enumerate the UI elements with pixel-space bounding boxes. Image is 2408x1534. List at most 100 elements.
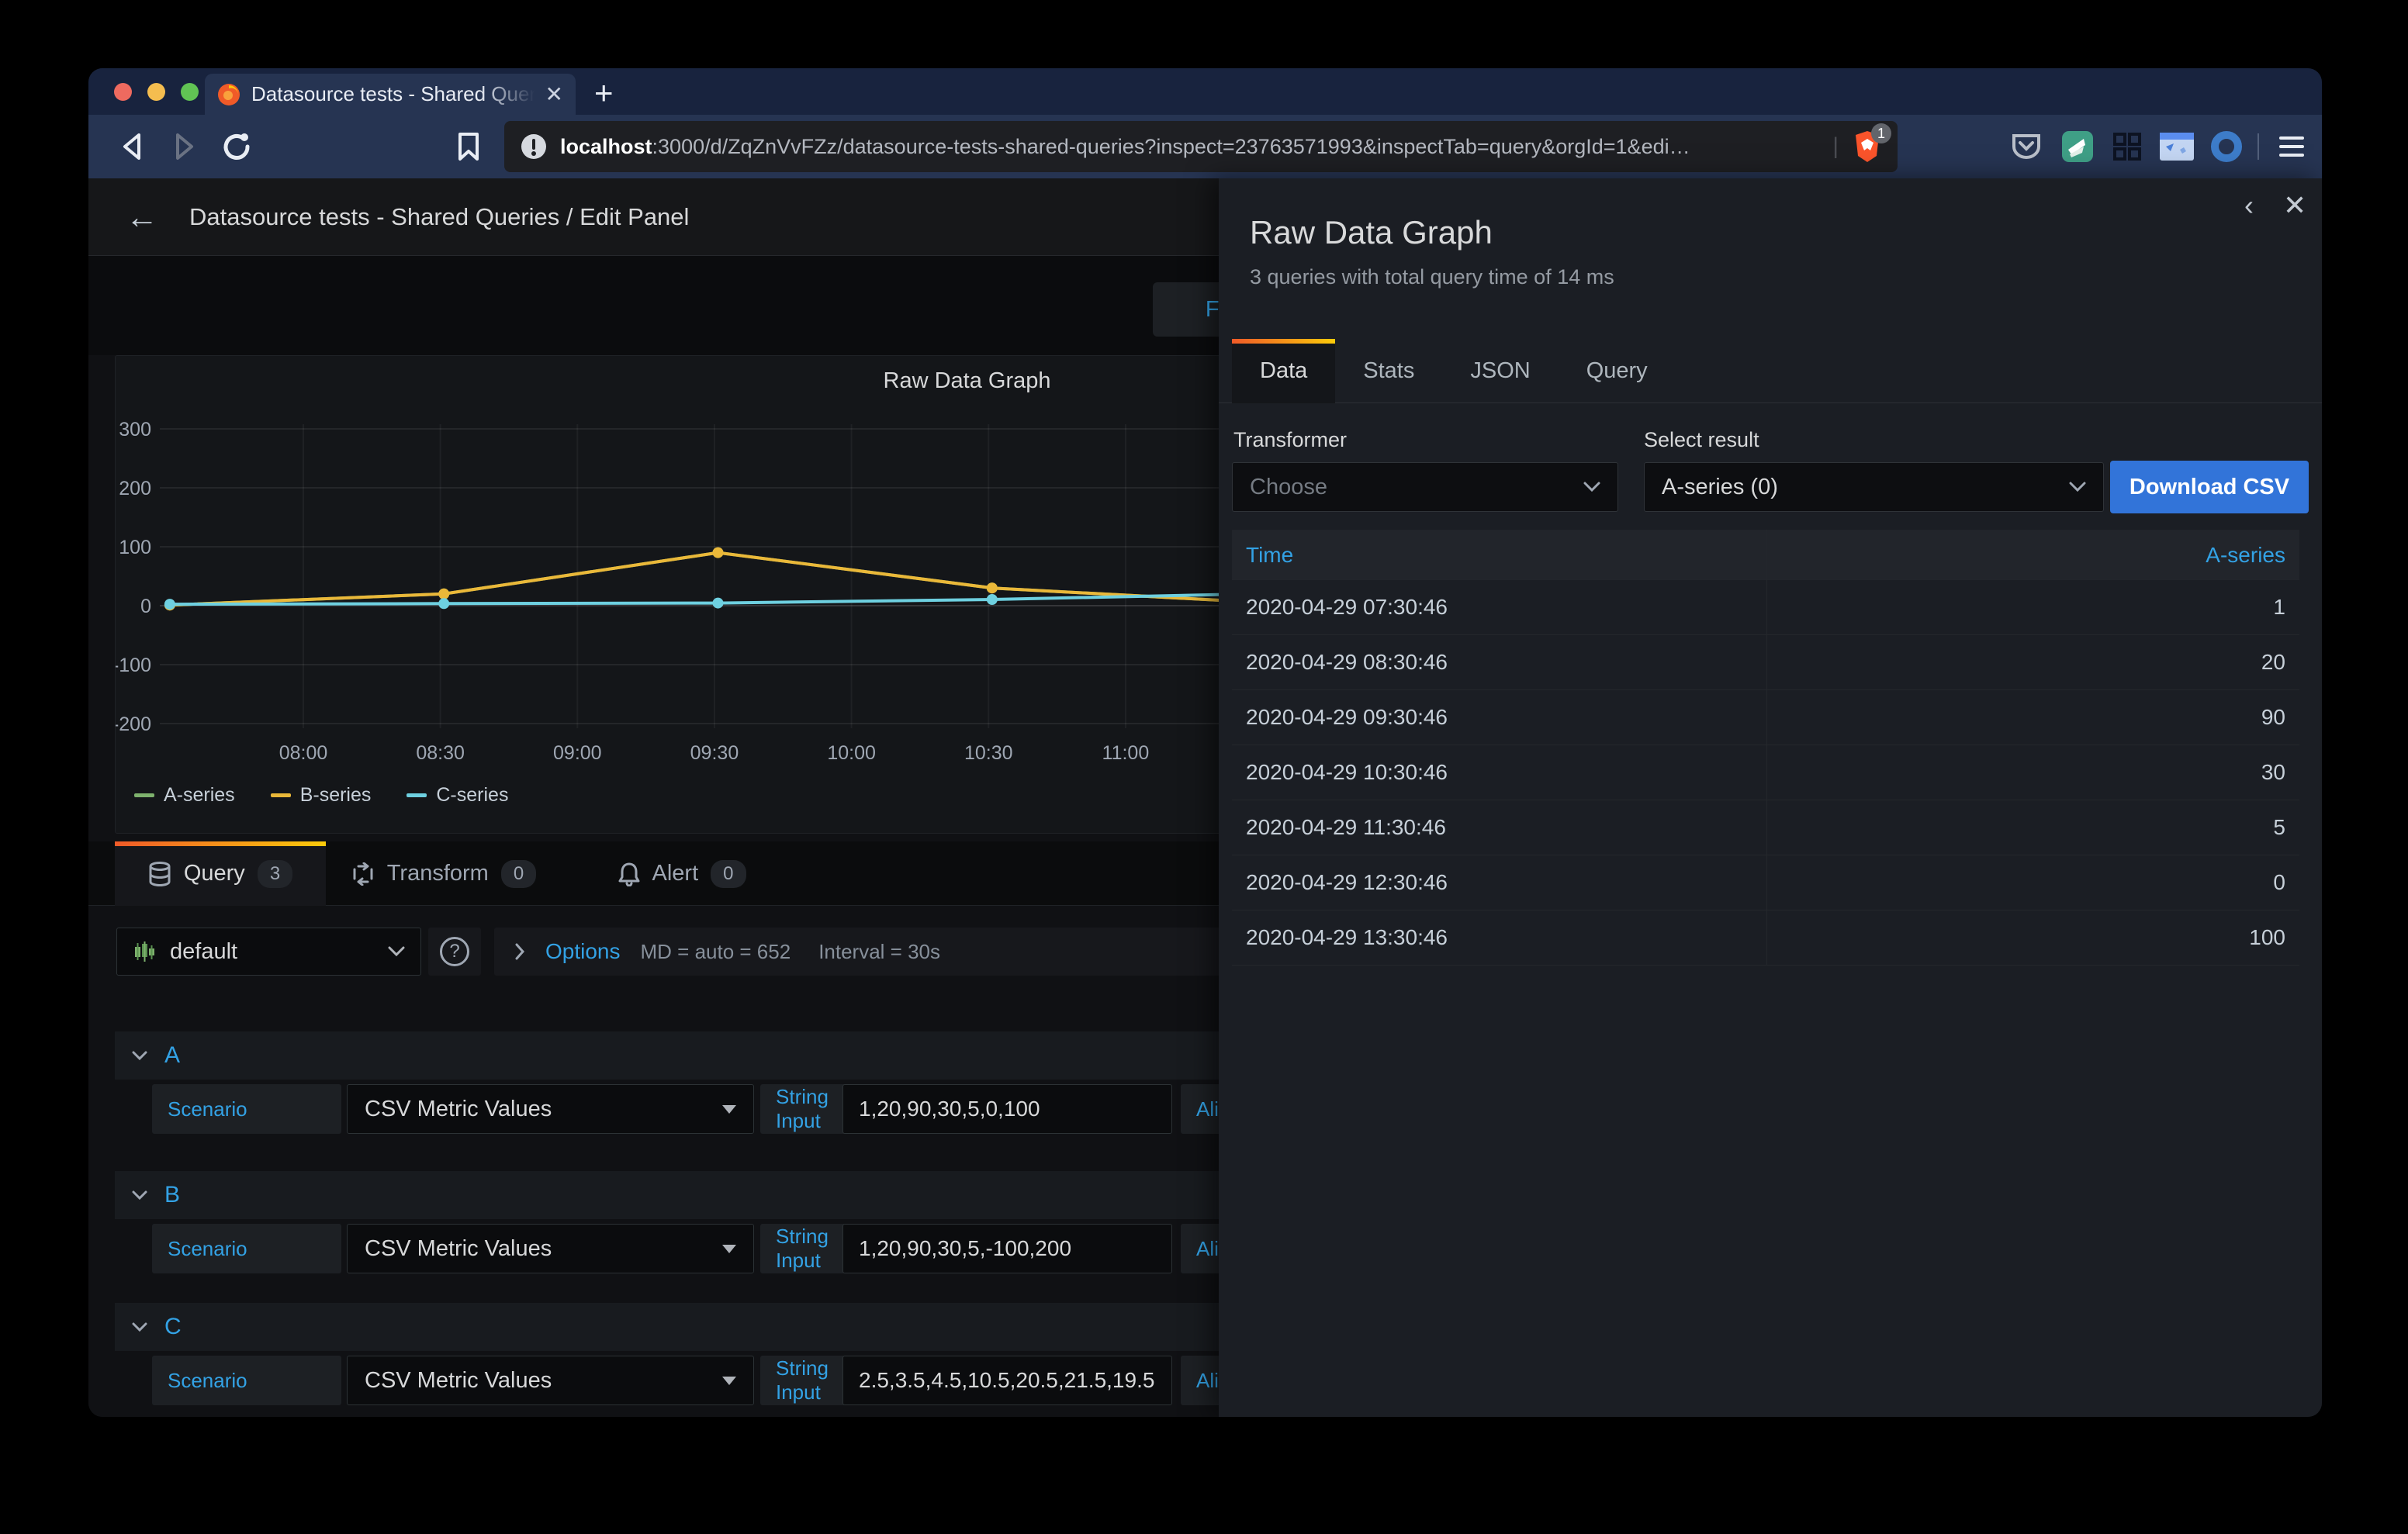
tab-title: Datasource tests - Shared Queri	[251, 82, 535, 106]
window-minimize-button[interactable]	[147, 83, 165, 101]
collapse-chevron-icon	[132, 1051, 147, 1060]
new-tab-button[interactable]: +	[594, 74, 614, 112]
table-row: 2020-04-29 10:30:46 30	[1232, 745, 2299, 800]
legend-item-c-series[interactable]: C-series	[407, 784, 508, 807]
cell-value: 1	[2273, 595, 2285, 619]
reload-icon	[223, 133, 250, 160]
chevron-down-icon	[2069, 482, 2086, 492]
column-header-time[interactable]: Time	[1232, 530, 1767, 580]
leaf-extension-icon	[2062, 131, 2093, 162]
table-header-row: Time A-series	[1232, 530, 2299, 580]
query-ref: B	[164, 1182, 181, 1208]
svg-text:200: 200	[119, 478, 151, 499]
window-zoom-button[interactable]	[181, 83, 199, 101]
scenario-value: CSV Metric Values	[365, 1235, 552, 1261]
page-title: Datasource tests - Shared Queries / Edit…	[189, 202, 690, 230]
transformer-select[interactable]: Choose	[1232, 462, 1618, 512]
string-input[interactable]	[842, 1356, 1172, 1405]
options-label: Options	[545, 939, 621, 963]
svg-text:300: 300	[119, 419, 151, 441]
table-row: 2020-04-29 09:30:46 90	[1232, 690, 2299, 745]
tab-alert[interactable]: Alert 0	[612, 841, 752, 906]
column-header-a-series[interactable]: A-series	[1767, 543, 2299, 568]
blue-circle-icon	[2211, 131, 2242, 162]
result-select[interactable]: A-series (0)	[1644, 462, 2104, 512]
extensions-grid-button[interactable]	[2109, 128, 2146, 165]
tab-close-icon[interactable]: ✕	[545, 83, 563, 105]
datasource-value: default	[170, 938, 238, 964]
inspector-drawer: ‹ ✕ Raw Data Graph 3 queries with total …	[1219, 178, 2322, 1417]
browser-tab[interactable]: Datasource tests - Shared Queri ✕	[205, 74, 576, 115]
drawer-close-button[interactable]: ✕	[2283, 189, 2306, 222]
scenario-value: CSV Metric Values	[365, 1096, 552, 1121]
forward-icon	[176, 133, 193, 160]
help-button[interactable]: ?	[428, 928, 481, 976]
tab-transform-count: 0	[500, 859, 537, 888]
scenario-value: CSV Metric Values	[365, 1367, 552, 1393]
tab-json[interactable]: JSON	[1442, 339, 1558, 403]
svg-text:09:00: 09:00	[553, 742, 602, 764]
string-input[interactable]	[842, 1084, 1172, 1134]
url-divider: |	[1832, 133, 1839, 159]
dropdown-arrow-icon	[722, 1376, 736, 1385]
legend-item-a-series[interactable]: A-series	[134, 784, 235, 807]
grafana-favicon-icon	[217, 83, 240, 106]
back-button[interactable]	[113, 128, 150, 165]
tab-stats[interactable]: Stats	[1335, 339, 1442, 403]
window-close-button[interactable]	[114, 83, 132, 101]
tab-query[interactable]: Query 3	[115, 841, 326, 906]
cell-value: 0	[2273, 870, 2285, 894]
cell-time: 2020-04-29 07:30:46	[1232, 580, 1767, 634]
tab-transform[interactable]: Transform 0	[346, 841, 541, 906]
back-arrow-button[interactable]: ←	[126, 199, 158, 236]
download-csv-button[interactable]: Download CSV	[2110, 461, 2309, 513]
close-icon: ✕	[2283, 189, 2307, 221]
tab-query-count: 3	[257, 859, 293, 888]
datasource-icon	[135, 941, 154, 962]
cell-value: 90	[2261, 705, 2285, 729]
shield-badge: 1	[1871, 123, 1891, 143]
scenario-select[interactable]: CSV Metric Values	[347, 1084, 754, 1134]
brave-shield-button[interactable]: 1	[1853, 123, 1891, 164]
browser-window: Datasource tests - Shared Queri ✕ + loca…	[88, 68, 2322, 1417]
tab-data[interactable]: Data	[1232, 339, 1336, 403]
url-text: localhost:3000/d/ZqZnVvFZz/datasource-te…	[560, 134, 1690, 158]
grid-icon	[2113, 133, 2141, 161]
svg-text:08:00: 08:00	[279, 742, 328, 764]
datasource-select[interactable]: default	[116, 928, 421, 976]
options-toggle[interactable]: Options MD = auto = 652 Interval = 30s	[494, 928, 1221, 976]
dropdown-arrow-icon	[722, 1104, 736, 1114]
cell-time: 2020-04-29 12:30:46	[1232, 855, 1767, 910]
svg-text:-100: -100	[116, 655, 151, 676]
svg-text:11:00: 11:00	[1102, 742, 1150, 764]
scenario-chip: Scenario	[152, 1224, 341, 1273]
url-bar[interactable]: localhost:3000/d/ZqZnVvFZz/datasource-te…	[504, 121, 1898, 172]
reload-button[interactable]	[219, 128, 256, 165]
menu-button[interactable]	[2273, 128, 2310, 165]
string-input[interactable]	[842, 1224, 1172, 1273]
svg-text:0: 0	[140, 596, 151, 617]
info-icon	[521, 134, 546, 159]
tab-alert-label: Alert	[652, 861, 699, 886]
bookmark-button[interactable]	[450, 128, 487, 165]
legend-item-b-series[interactable]: B-series	[270, 784, 371, 807]
select-result-label: Select result	[1644, 428, 1759, 451]
chart-legend: A-series B-series C-series	[134, 784, 508, 807]
pocket-icon	[2012, 134, 2040, 159]
svg-text:09:30: 09:30	[690, 742, 739, 764]
extension-notes-button[interactable]	[2059, 128, 2096, 165]
extension-window-button[interactable]	[2158, 128, 2195, 165]
scenario-select[interactable]: CSV Metric Values	[347, 1356, 754, 1405]
drawer-back-button[interactable]: ‹	[2244, 189, 2254, 222]
inspector-tab-bar: Data Stats JSON Query	[1219, 339, 2322, 403]
tab-query[interactable]: Query	[1559, 339, 1676, 403]
cell-value: 20	[2261, 650, 2285, 674]
forward-button[interactable]	[166, 128, 203, 165]
back-icon	[123, 133, 140, 160]
table-row: 2020-04-29 12:30:46 0	[1232, 855, 2299, 910]
pocket-button[interactable]	[2008, 128, 2045, 165]
chevron-down-icon	[388, 946, 405, 957]
scenario-select[interactable]: CSV Metric Values	[347, 1224, 754, 1273]
cell-value: 5	[2273, 815, 2285, 839]
extension-circle-button[interactable]	[2208, 128, 2245, 165]
